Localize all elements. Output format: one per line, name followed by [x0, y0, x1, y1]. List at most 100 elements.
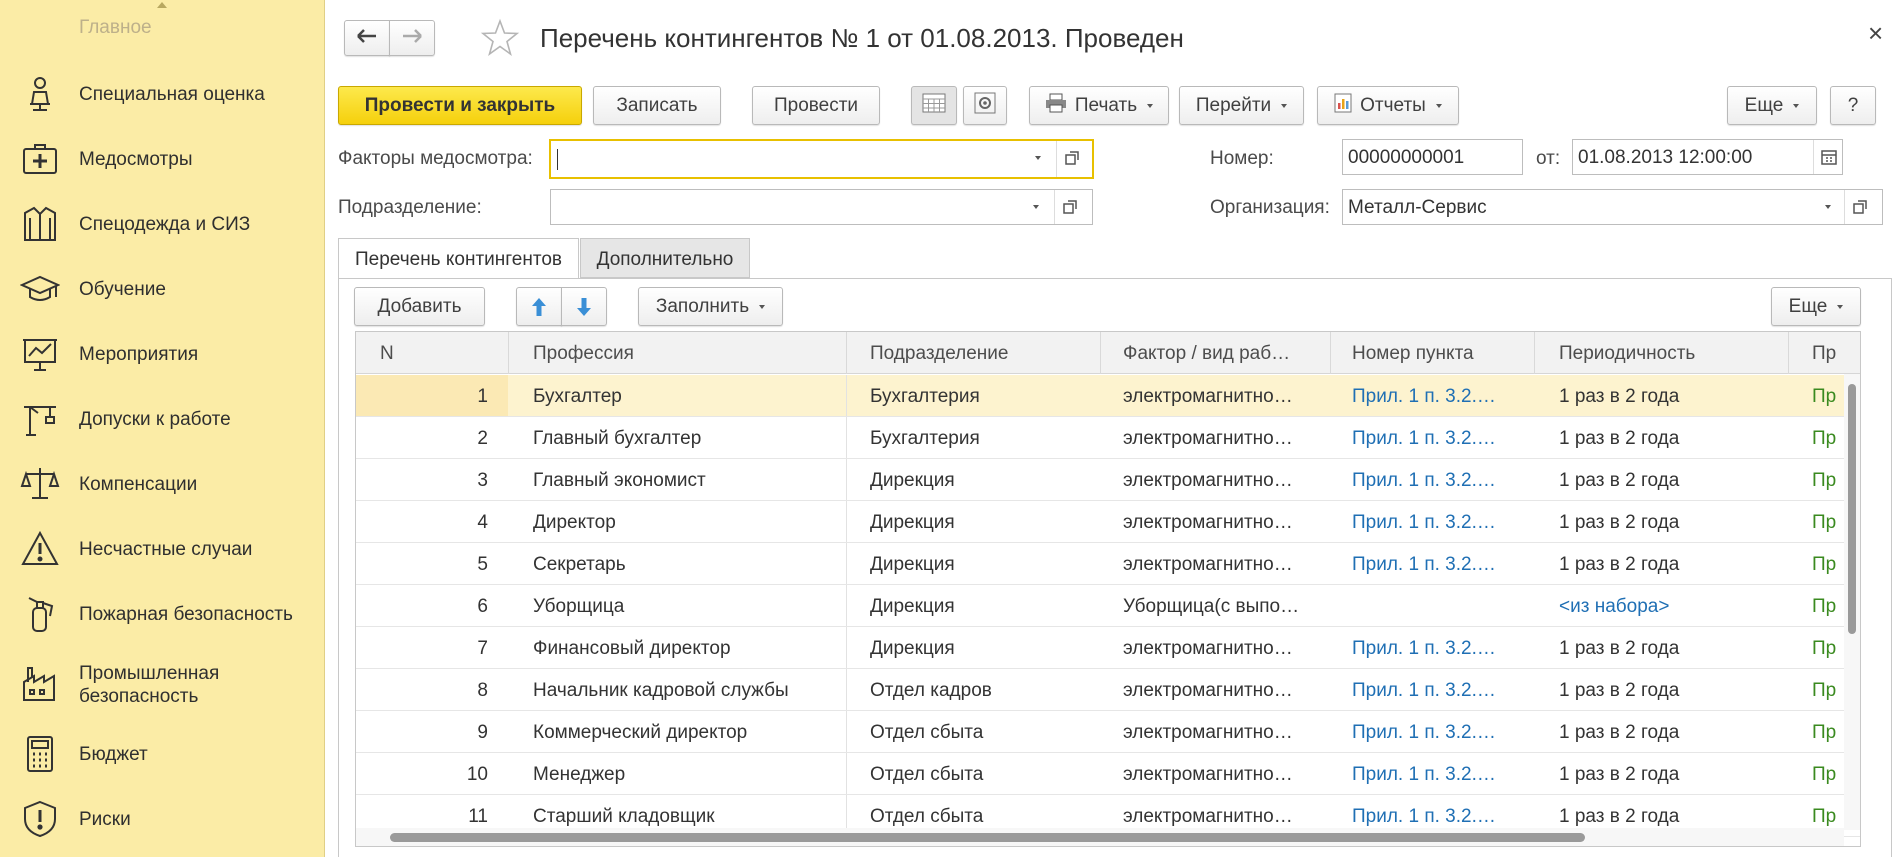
sidebar-item-accidents[interactable]: Несчастные случаи — [0, 519, 324, 579]
column-separator — [1534, 332, 1535, 374]
table-row[interactable]: 10 Менеджер Отдел сбыта электромагнитно… При… — [356, 753, 1860, 795]
more-button[interactable]: Еще — [1727, 86, 1817, 125]
back-button[interactable] — [344, 20, 390, 56]
sidebar-item-permits[interactable]: Допуски к работе — [0, 389, 324, 449]
number-value: 00000000001 — [1348, 147, 1465, 168]
cell-point: Прил. 1 п. 3.2.… — [1352, 470, 1496, 491]
printer-icon — [1045, 93, 1067, 119]
department-field[interactable] — [550, 189, 1093, 225]
table-row[interactable]: 8 Начальник кадровой службы Отдел кадров эл… — [356, 669, 1860, 711]
post-button[interactable]: Провести — [752, 86, 880, 125]
cell-n: 9 — [477, 722, 488, 743]
cell-periodicity: 1 раз в 2 года — [1559, 386, 1680, 407]
add-button[interactable]: Добавить — [354, 287, 485, 326]
save-button[interactable]: Записать — [593, 86, 721, 125]
horizontal-scrollbar-thumb[interactable] — [390, 833, 1585, 842]
sidebar-item-training[interactable]: Обучение — [0, 259, 324, 319]
sidebar-item-industrial-safety[interactable]: Промышленная безопасность — [0, 654, 324, 714]
chevron-down-icon — [1825, 205, 1831, 209]
table-row[interactable]: 3 Главный экономист Дирекция электромагнитн… — [356, 459, 1860, 501]
date-field[interactable]: 01.08.2013 12:00:00 — [1572, 139, 1843, 175]
open-form-button[interactable] — [1846, 190, 1874, 224]
column-header-n[interactable]: N — [380, 343, 394, 365]
cell-extra: Пр — [1812, 428, 1837, 449]
sidebar-item-risks[interactable]: Риски — [0, 789, 324, 849]
column-header-extra[interactable]: Пр — [1812, 343, 1836, 365]
department-label: Подразделение: — [338, 197, 482, 218]
table-row[interactable]: 9 Коммерческий директор Отдел сбыта электро… — [356, 711, 1860, 753]
sidebar-item-special-assessment[interactable]: Специальная оценка — [0, 64, 324, 124]
cell-extra: Пр — [1812, 638, 1837, 659]
fill-button[interactable]: Заполнить — [638, 287, 783, 326]
page-title: Перечень контингентов № 1 от 01.08.2013.… — [540, 23, 1184, 53]
table-row[interactable]: 2 Главный бухгалтер Бухгалтерия электромагн… — [356, 417, 1860, 459]
table-row[interactable]: 7 Финансовый директор Дирекция электромагни… — [356, 627, 1860, 669]
horizontal-scrollbar[interactable] — [356, 828, 1844, 846]
open-form-button[interactable] — [1056, 190, 1084, 224]
table-more-button[interactable]: Еще — [1771, 287, 1861, 326]
goto-button[interactable]: Перейти — [1179, 86, 1304, 125]
cell-extra: Пр — [1812, 470, 1837, 491]
sidebar-item-fire-safety[interactable]: Пожарная безопасность — [0, 584, 324, 644]
cell-periodicity: <из набора> — [1559, 596, 1670, 617]
column-separator — [846, 459, 847, 500]
table-row[interactable]: 1 Бухгалтер Бухгалтерия электромагнитно… При… — [356, 375, 1860, 417]
reports-button[interactable]: Отчеты — [1317, 86, 1459, 125]
sidebar-item-budget[interactable]: Бюджет — [0, 724, 324, 784]
sidebar-item-events[interactable]: Мероприятия — [0, 324, 324, 384]
cell-department: Дирекция — [870, 554, 955, 575]
post-and-close-button[interactable]: Провести и закрыть — [338, 86, 582, 125]
tab-additional[interactable]: Дополнительно — [580, 238, 750, 278]
contingents-table[interactable]: N Профессия Подразделение Фактор / вид р… — [355, 331, 1861, 847]
open-window-icon — [1063, 200, 1077, 214]
scroll-up-arrow-icon[interactable] — [157, 2, 167, 8]
organization-dropdown-button[interactable] — [1813, 190, 1841, 224]
cell-n: 4 — [477, 512, 488, 533]
star-favorite-icon[interactable] — [480, 18, 520, 64]
column-header-profession[interactable]: Профессия — [533, 343, 634, 365]
sidebar-item-workwear[interactable]: Спецодежда и СИЗ — [0, 194, 324, 254]
open-window-icon — [1065, 151, 1079, 165]
cell-point: Прил. 1 п. 3.2.… — [1352, 806, 1496, 827]
column-header-point[interactable]: Номер пункта — [1352, 343, 1474, 365]
calendar-button[interactable] — [1815, 140, 1843, 174]
calendar-view-button[interactable] — [911, 86, 957, 125]
cell-extra: Пр — [1812, 386, 1837, 407]
column-header-department[interactable]: Подразделение — [870, 343, 1008, 365]
cell-point: Прил. 1 п. 3.2.… — [1352, 722, 1496, 743]
help-button[interactable]: ? — [1830, 86, 1876, 125]
tab-contingents[interactable]: Перечень контингентов — [338, 238, 579, 279]
table-row[interactable]: 5 Секретарь Дирекция электромагнитно… Прил. … — [356, 543, 1860, 585]
sidebar-item-compensations[interactable]: Компенсации — [0, 454, 324, 514]
settings-button[interactable] — [963, 86, 1007, 125]
move-down-button[interactable] — [561, 287, 607, 326]
organization-field[interactable]: Металл-Сервис — [1342, 189, 1883, 225]
table-row[interactable]: 6 Уборщица Дирекция Уборщица(с выпо… <из наб… — [356, 585, 1860, 627]
open-form-button[interactable] — [1058, 141, 1086, 175]
cell-periodicity: 1 раз в 2 года — [1559, 722, 1680, 743]
sidebar-item-main[interactable]: Главное — [79, 17, 152, 39]
factors-field[interactable] — [549, 139, 1094, 179]
column-header-periodicity[interactable]: Периодичность — [1559, 343, 1695, 365]
cell-factor: электромагнитно… — [1123, 638, 1293, 659]
organization-label: Организация: — [1210, 197, 1330, 218]
column-separator — [846, 585, 847, 626]
column-separator — [846, 417, 847, 458]
close-icon[interactable]: × — [1868, 18, 1883, 49]
fire-extinguisher-icon — [20, 594, 60, 634]
vertical-scrollbar[interactable] — [1844, 374, 1860, 830]
forward-button[interactable] — [389, 20, 435, 56]
sidebar-item-medical[interactable]: Медосмотры — [0, 129, 324, 189]
move-up-button[interactable] — [516, 287, 562, 326]
department-dropdown-button[interactable] — [1021, 190, 1049, 224]
table-row[interactable]: 4 Директор Дирекция электромагнитно… Прил. 1… — [356, 501, 1860, 543]
column-header-factor[interactable]: Фактор / вид раб… — [1123, 343, 1290, 365]
factors-dropdown-button[interactable] — [1023, 141, 1051, 175]
cell-factor: электромагнитно… — [1123, 806, 1293, 827]
cell-department: Отдел кадров — [870, 680, 992, 701]
number-field[interactable]: 00000000001 — [1342, 139, 1523, 175]
date-value: 01.08.2013 12:00:00 — [1578, 147, 1753, 168]
vertical-scrollbar-thumb[interactable] — [1848, 384, 1856, 634]
sidebar-label: Пожарная безопасность — [79, 604, 293, 625]
print-button[interactable]: Печать — [1029, 86, 1169, 125]
